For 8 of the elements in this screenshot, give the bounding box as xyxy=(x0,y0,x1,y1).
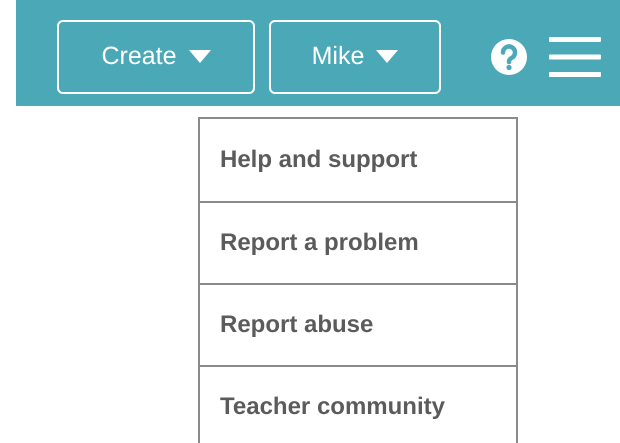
menu-item[interactable]: Help and support xyxy=(200,119,516,201)
menu-item[interactable]: Teacher community xyxy=(200,365,516,443)
menu-icon[interactable] xyxy=(549,36,601,76)
help-icon[interactable] xyxy=(491,38,527,74)
menu-item[interactable]: Report abuse xyxy=(200,283,516,365)
caret-icon xyxy=(188,50,211,63)
caret-icon xyxy=(376,50,398,63)
menu-item[interactable]: Report a problem xyxy=(200,201,516,283)
